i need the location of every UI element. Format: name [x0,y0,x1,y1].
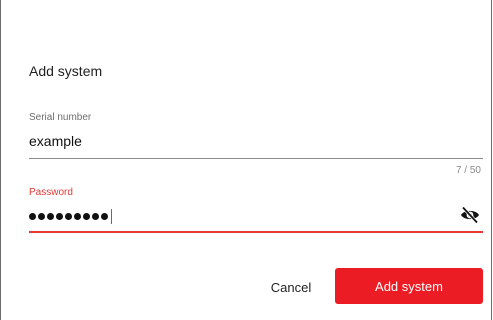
password-dot [101,212,108,220]
password-dot [47,212,54,220]
add-system-dialog: Add system Serial number example 7 / 50 … [0,0,492,320]
password-label: Password [29,187,73,198]
eye-off-icon[interactable] [459,205,481,225]
serial-number-field[interactable]: Serial number example [29,112,483,159]
password-input[interactable] [29,208,112,224]
password-dot [65,212,72,220]
serial-number-counter: 7 / 50 [455,165,481,176]
dialog-title: Add system [29,63,103,79]
password-dot [38,212,45,220]
serial-number-input[interactable]: example [29,133,82,149]
serial-number-label: Serial number [29,112,92,123]
text-caret [111,208,112,224]
password-field[interactable]: Password [29,187,483,233]
password-dot [83,212,90,220]
add-system-button[interactable]: Add system [335,268,483,304]
password-dot [29,212,36,220]
password-dot [56,212,63,220]
password-dot [92,212,99,220]
cancel-button[interactable]: Cancel [263,272,319,302]
password-dot [74,212,81,220]
